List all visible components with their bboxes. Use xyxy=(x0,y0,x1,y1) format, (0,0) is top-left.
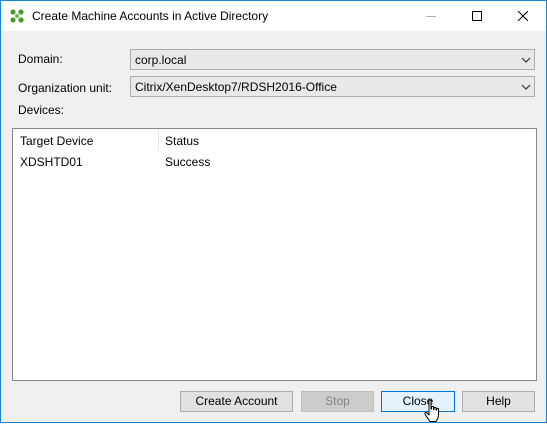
organization-unit-label: Organization unit: xyxy=(18,81,113,95)
organization-unit-select[interactable]: Citrix/XenDesktop7/RDSH2016-Office xyxy=(130,76,535,97)
domain-select[interactable]: corp.local xyxy=(130,49,535,70)
hand-pointer-cursor xyxy=(424,399,439,422)
maximize-icon xyxy=(472,11,482,21)
minimize-icon xyxy=(426,16,436,17)
close-icon xyxy=(518,11,528,21)
column-header-status[interactable]: Status xyxy=(165,134,199,148)
create-account-button[interactable]: Create Account xyxy=(180,391,293,412)
stop-button[interactable]: Stop xyxy=(301,391,374,412)
minimize-button[interactable] xyxy=(408,1,454,31)
devices-list-header: Target Device Status xyxy=(13,129,536,152)
chevron-down-icon xyxy=(521,84,531,90)
devices-label: Devices: xyxy=(18,103,65,117)
maximize-button[interactable] xyxy=(454,1,500,31)
window-title: Create Machine Accounts in Active Direct… xyxy=(32,9,269,23)
title-bar[interactable]: Create Machine Accounts in Active Direct… xyxy=(1,1,546,31)
close-button[interactable]: Close xyxy=(381,391,455,412)
help-button[interactable]: Help xyxy=(462,391,535,412)
domain-label: Domain: xyxy=(18,52,63,66)
citrix-app-icon xyxy=(10,9,24,23)
device-name-cell: XDSHTD01 xyxy=(20,155,83,169)
close-window-button[interactable] xyxy=(500,1,546,31)
domain-value: corp.local xyxy=(135,53,187,67)
devices-list[interactable]: Target Device Status XDSHTD01 Success xyxy=(12,128,537,381)
device-status-cell: Success xyxy=(165,155,211,169)
dialog-window: Create Machine Accounts in Active Direct… xyxy=(0,0,547,423)
column-separator[interactable] xyxy=(158,129,159,151)
chevron-down-icon xyxy=(521,57,531,63)
organization-unit-value: Citrix/XenDesktop7/RDSH2016-Office xyxy=(135,80,337,94)
column-header-target-device[interactable]: Target Device xyxy=(20,134,93,148)
